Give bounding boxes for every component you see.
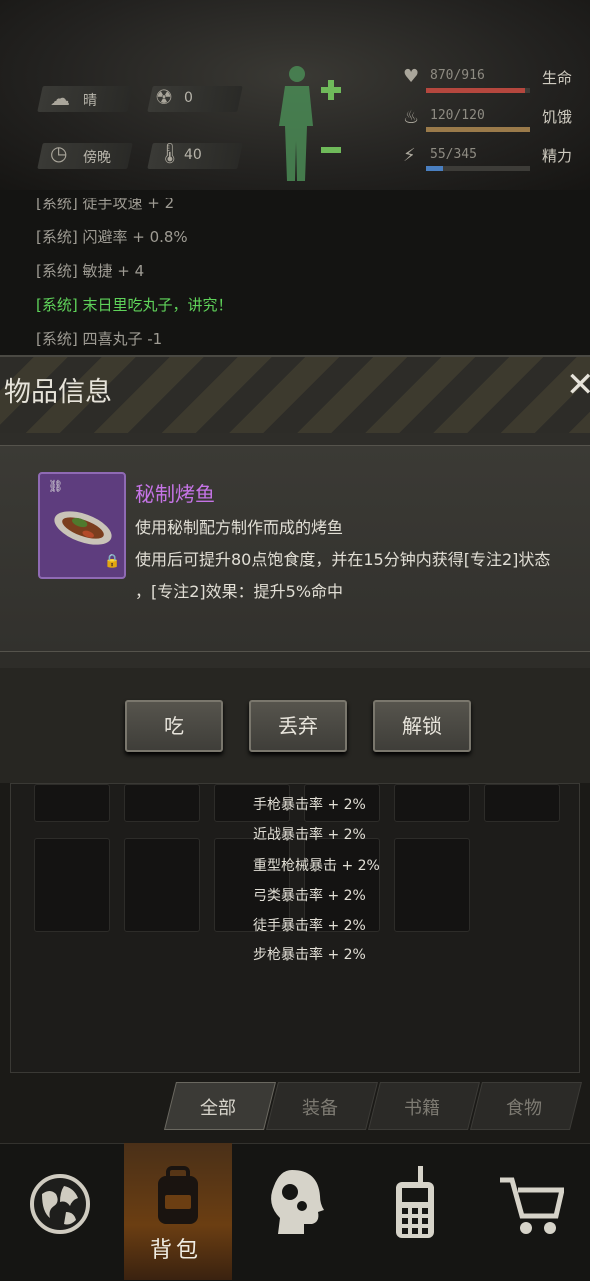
radiation-icon: ☢ xyxy=(155,85,173,109)
discard-button[interactable]: 丢弃 xyxy=(249,700,347,752)
log-line: [系统] 末日里吃丸子，讲究！ xyxy=(36,296,233,314)
tab-food-label: 食物 xyxy=(506,1098,542,1119)
backpack-icon[interactable] xyxy=(146,1162,210,1232)
inventory-slot[interactable] xyxy=(484,784,560,822)
globe-icon[interactable] xyxy=(28,1172,92,1236)
heart-icon: ♥ xyxy=(403,66,420,87)
inventory-slot[interactable] xyxy=(124,838,200,932)
nav-bag-label[interactable]: 背包 xyxy=(150,1232,202,1264)
lightning-icon: ⚡ xyxy=(403,145,416,166)
radiation-value: 0 xyxy=(184,90,193,106)
item-effect-detail: ，[专注2]效果：提升5%命中 xyxy=(135,582,344,601)
temperature-value: 40 xyxy=(184,147,202,163)
unlock-button[interactable]: 解锁 xyxy=(373,700,471,752)
lock-icon: 🔒 xyxy=(104,554,121,569)
bonus-line: 徒手暴击率 + 2% xyxy=(253,918,366,934)
thermometer-icon: 🌡 xyxy=(157,141,183,165)
health-label: 生命 xyxy=(542,69,573,87)
log-line: [系统] 四喜丸子 -1 xyxy=(36,330,163,348)
inventory-slot[interactable] xyxy=(394,784,470,822)
hunger-bar xyxy=(426,127,530,132)
item-effect: 使用后可提升80点饱食度，并在15分钟内获得[专注2]状态 xyxy=(135,550,551,569)
energy-value: 55/345 xyxy=(430,147,477,162)
cloud-sun-icon: ☁ xyxy=(50,86,70,110)
close-icon[interactable]: ✕ xyxy=(566,368,590,402)
system-log[interactable]: [系统] 徒手攻速 + 2 [系统] 闪避率 + 0.8% [系统] 敏捷 + … xyxy=(0,190,590,355)
energy-label: 精力 xyxy=(542,147,573,165)
tab-equipment-label: 装备 xyxy=(302,1098,338,1119)
inventory-slot[interactable] xyxy=(34,784,110,822)
shopping-cart-icon[interactable] xyxy=(498,1176,564,1238)
time-text: 傍晚 xyxy=(83,150,111,166)
eat-button[interactable]: 吃 xyxy=(125,700,223,752)
inventory-slot[interactable] xyxy=(124,784,200,822)
inventory-slot[interactable] xyxy=(34,838,110,932)
bonus-line: 弓类暴击率 + 2% xyxy=(253,888,366,904)
log-line: [系统] 闪避率 + 0.8% xyxy=(36,228,188,246)
bonus-line: 步枪暴击率 + 2% xyxy=(253,947,366,963)
walkie-talkie-icon[interactable] xyxy=(390,1164,440,1240)
tab-all-label: 全部 xyxy=(200,1098,236,1119)
health-value: 870/916 xyxy=(430,68,485,83)
clock-icon: ◷ xyxy=(50,141,68,165)
hunger-label: 饥饿 xyxy=(542,108,573,126)
inventory-slot[interactable] xyxy=(394,838,470,932)
item-slot[interactable]: ⛓ 🔒 xyxy=(38,472,126,579)
dialog-title: 物品信息 xyxy=(4,377,112,408)
item-description: 使用秘制配方制作而成的烤鱼 xyxy=(135,518,344,537)
link-icon: ⛓ xyxy=(48,479,64,493)
item-name: 秘制烤鱼 xyxy=(135,482,215,506)
log-line: [系统] 徒手攻速 + 2 xyxy=(36,194,175,212)
body-status-icon[interactable] xyxy=(275,62,350,187)
tab-books-label: 书籍 xyxy=(404,1098,440,1119)
grilled-fish-icon xyxy=(54,511,112,545)
bonus-line: 近战暴击率 + 2% xyxy=(253,827,366,843)
log-line: [系统] 敏捷 + 4 xyxy=(36,262,145,280)
health-bar xyxy=(426,88,530,93)
weather-text: 晴 xyxy=(83,93,97,109)
hunger-value: 120/120 xyxy=(430,108,485,123)
head-skills-icon[interactable] xyxy=(262,1166,326,1238)
stomach-icon: ♨ xyxy=(403,107,420,128)
energy-bar xyxy=(426,166,530,171)
bonus-line: 手枪暴击率 + 2% xyxy=(253,797,366,813)
bonus-line: 重型枪械暴击 + 2% xyxy=(253,858,380,874)
